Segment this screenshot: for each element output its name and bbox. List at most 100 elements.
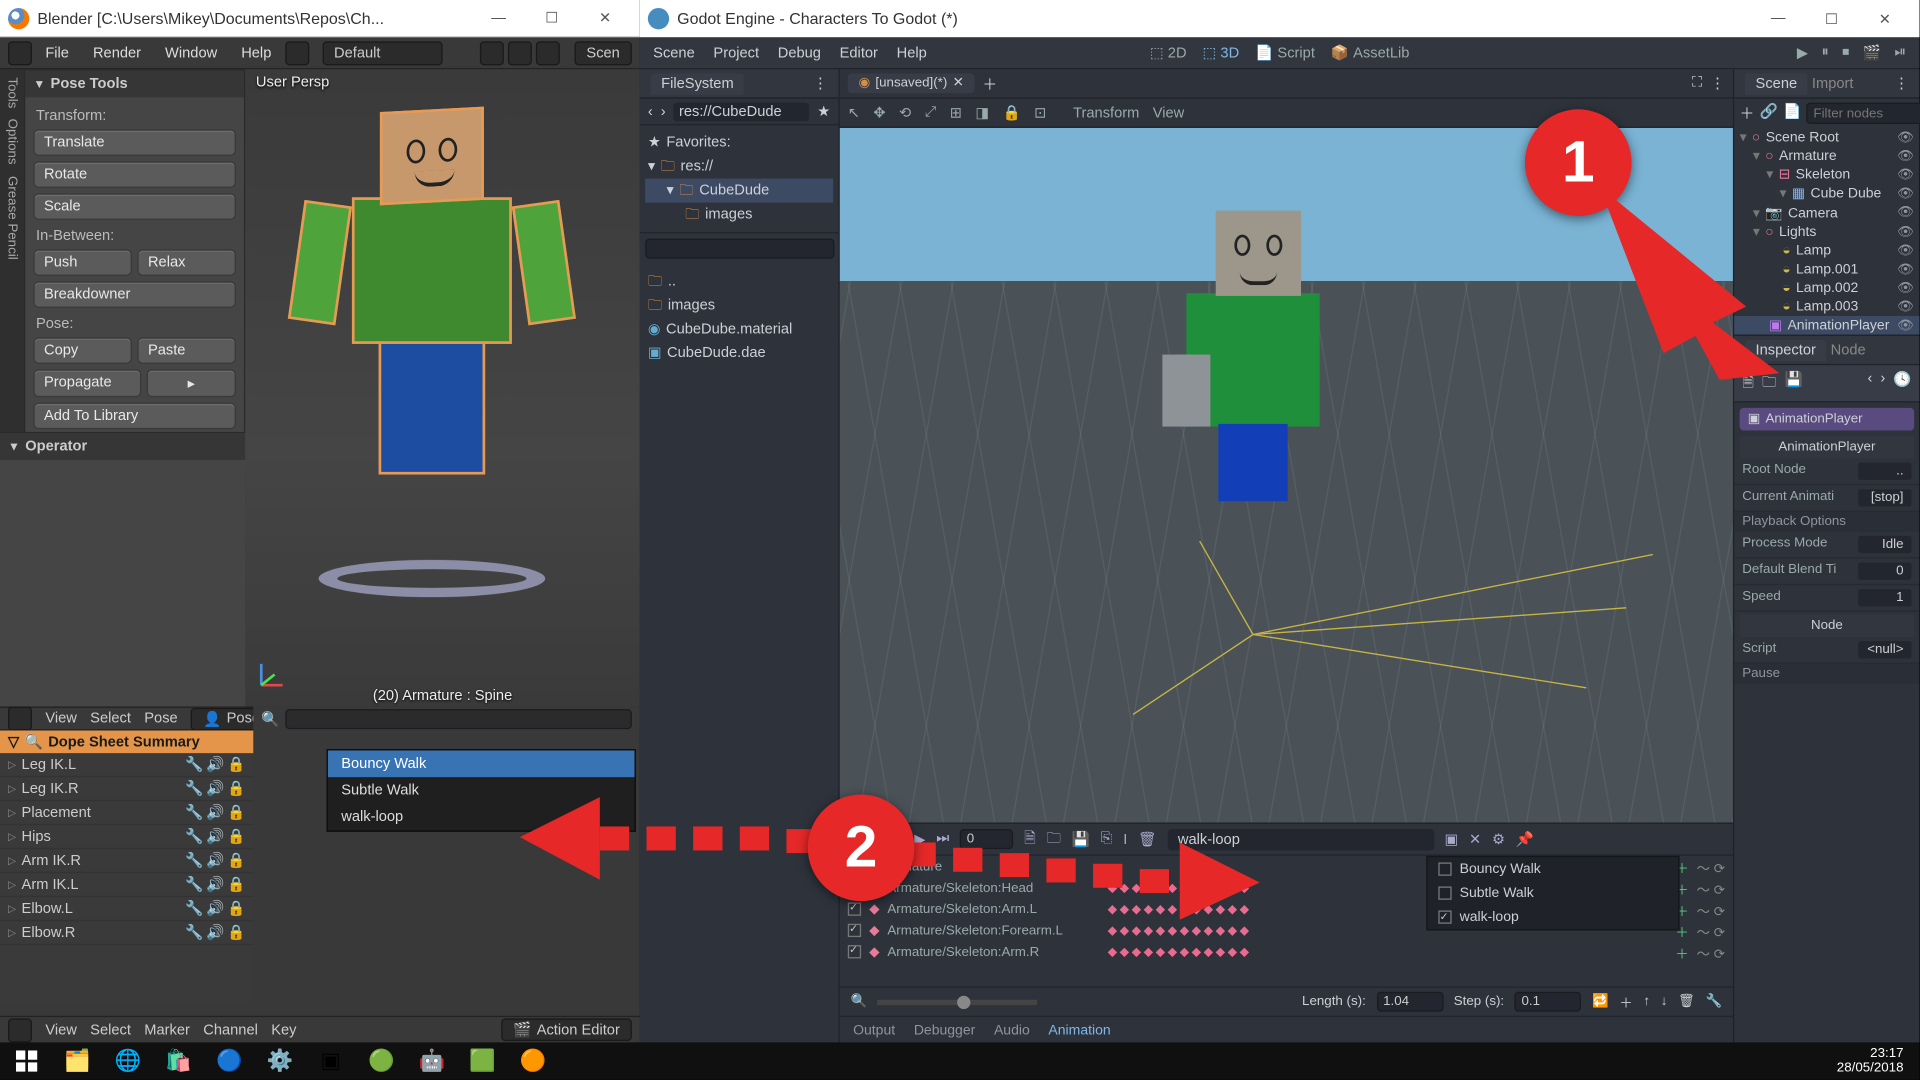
paste-button[interactable]: Paste	[137, 337, 236, 364]
editor-type-icon[interactable]	[8, 706, 32, 730]
app-icon[interactable]: ▣	[312, 1046, 349, 1075]
rotate-icon[interactable]: ⟲	[899, 104, 911, 121]
scene-node-scene-root[interactable]: ▾○Scene Root👁	[1734, 128, 1919, 147]
anim-list-item[interactable]: Subtle Walk	[1428, 881, 1679, 905]
scene-browse-icon[interactable]	[536, 41, 560, 65]
dope-channel[interactable]: ▷Placement🔧🔊🔒	[0, 801, 253, 825]
tab-scene[interactable]: Scene	[1745, 73, 1808, 94]
workspace-script[interactable]: 📄 Script	[1255, 44, 1315, 61]
action-search-input[interactable]	[285, 708, 632, 728]
pause-icon[interactable]: ⏸	[1822, 44, 1829, 61]
play-icon[interactable]: ▶	[1797, 44, 1808, 61]
play-scene-icon[interactable]: 🎬	[1863, 44, 1881, 61]
close-icon[interactable]: ✕	[579, 5, 632, 32]
menu-debug[interactable]: Debug	[778, 45, 821, 61]
workspace-3d[interactable]: ⬚ 3D	[1203, 44, 1240, 61]
minimize-icon[interactable]: —	[472, 5, 525, 32]
tab-grease-pencil[interactable]: Grease Pencil	[5, 176, 20, 260]
scene-select[interactable]: Scen	[574, 41, 631, 65]
curanim-field[interactable]: [stop]	[1858, 489, 1911, 506]
menu-render[interactable]: Render	[82, 41, 151, 65]
tab-debugger[interactable]: Debugger	[914, 1022, 975, 1038]
menu-help[interactable]: Help	[231, 41, 282, 65]
layout-select[interactable]: Default	[322, 41, 442, 65]
zoom-icon[interactable]: 🔍	[850, 994, 867, 1009]
menu-channel[interactable]: Channel	[203, 1022, 258, 1038]
process-mode-field[interactable]: Idle	[1858, 536, 1911, 553]
start-icon[interactable]	[8, 1046, 45, 1075]
scene-node-armature[interactable]: ▾○Armature👁	[1734, 147, 1919, 166]
local-icon[interactable]: ◨	[975, 104, 989, 121]
godot-taskbar-icon[interactable]: 🤖	[413, 1046, 450, 1075]
filesystem-tab[interactable]: FileSystem	[651, 73, 745, 94]
tab-options[interactable]: Options	[5, 119, 20, 165]
steam-icon[interactable]: ⚙️	[261, 1046, 298, 1075]
menu-scene[interactable]: Scene	[653, 45, 695, 61]
add-node-icon[interactable]: ＋	[1740, 103, 1755, 124]
workspace-2d[interactable]: ⬚ 2D	[1150, 44, 1187, 61]
menu-transform[interactable]: Transform	[1073, 105, 1139, 121]
dope-channel[interactable]: ▷Arm IK.L🔧🔊🔒	[0, 873, 253, 897]
add-to-library-button[interactable]: Add To Library	[33, 403, 236, 430]
maximize-icon[interactable]: ☐	[525, 5, 578, 32]
store-icon[interactable]: 🛍️	[160, 1046, 197, 1075]
add-layout-icon[interactable]	[480, 41, 504, 65]
copy-button[interactable]: Copy	[33, 337, 132, 364]
inspector-path[interactable]: ▣ AnimationPlayer	[1740, 408, 1915, 431]
blender-titlebar[interactable]: Blender [C:\Users\Mikey\Documents\Repos\…	[0, 0, 640, 37]
pin-icon[interactable]: 📌	[1516, 830, 1534, 847]
menu-view[interactable]: View	[45, 1022, 77, 1038]
history-back-icon[interactable]: ‹	[1867, 371, 1872, 396]
propagate-button[interactable]: Propagate	[33, 369, 141, 397]
zoom-icon[interactable]: 🔵	[211, 1046, 248, 1075]
menu-key[interactable]: Key	[271, 1022, 296, 1038]
dope-sheet-mode[interactable]: 🎬 Action Editor	[501, 1018, 632, 1041]
dock-menu-icon[interactable]: ⋮	[813, 75, 828, 92]
menu-project[interactable]: Project	[713, 45, 759, 61]
menu-view[interactable]: View	[1153, 105, 1185, 121]
play-custom-icon[interactable]: ⏯	[1894, 44, 1906, 61]
fs-thumbs[interactable]: 🗀.. 🗀images ◉CubeDube.material ▣CubeDude…	[640, 264, 839, 1042]
favorite-icon[interactable]: ★	[817, 103, 830, 120]
system-tray[interactable]: 23:17 28/05/2018	[1837, 1046, 1912, 1075]
camtasia-icon[interactable]: 🟩	[464, 1046, 501, 1075]
dope-channel[interactable]: ▷Elbow.R🔧🔊🔒	[0, 921, 253, 945]
filter-input[interactable]	[1807, 103, 1920, 124]
anim-list-dropdown[interactable]: Bouncy Walk Subtle Walk walk-loop	[1426, 856, 1679, 931]
tool-icon[interactable]: ⚙	[1492, 830, 1505, 847]
loop-icon[interactable]: 🔁	[1592, 994, 1609, 1009]
remove-layout-icon[interactable]	[508, 41, 532, 65]
forward-icon[interactable]: ›	[661, 103, 666, 119]
godot-titlebar[interactable]: Godot Engine - Characters To Godot (*) —…	[640, 0, 1920, 37]
rootnode-field[interactable]: ..	[1858, 463, 1911, 480]
step-input[interactable]	[1515, 992, 1582, 1012]
tab-menu-icon[interactable]: ⋮	[1710, 75, 1725, 92]
menu-help[interactable]: Help	[897, 45, 927, 61]
autoplay-icon[interactable]: ▣	[1445, 830, 1459, 847]
tab-node[interactable]: Node	[1831, 342, 1866, 358]
dope-channel[interactable]: ▷Hips🔧🔊🔒	[0, 825, 253, 849]
scene-tab[interactable]: ◉[unsaved](*) ✕	[848, 73, 975, 93]
panel-header[interactable]: ▼Pose Tools	[25, 71, 244, 98]
action-item[interactable]: Bouncy Walk	[328, 750, 635, 777]
anim-track[interactable]: ◆Armature/Skeleton:Arm.R＋〜 ⟳	[840, 941, 1733, 962]
editor-type-icon[interactable]	[8, 41, 32, 65]
maximize-icon[interactable]: ☐	[1805, 5, 1858, 32]
history-fwd-icon[interactable]: ›	[1880, 371, 1885, 396]
blender-taskbar-icon[interactable]: 🟠	[515, 1046, 552, 1075]
instance-icon[interactable]: 🔗	[1760, 103, 1778, 124]
dope-channel[interactable]: ▷Arm IK.R🔧🔊🔒	[0, 849, 253, 873]
fs-search-input[interactable]	[645, 239, 834, 259]
snap-icon[interactable]: ⊞	[950, 104, 962, 121]
file-explorer-icon[interactable]: 🗂️	[59, 1046, 96, 1075]
tab-audio[interactable]: Audio	[994, 1022, 1030, 1038]
menu-pose[interactable]: Pose	[144, 710, 177, 726]
menu-window[interactable]: Window	[154, 41, 227, 65]
tab-tools[interactable]: Tools	[5, 77, 20, 108]
dope-channel[interactable]: ▷Leg IK.R🔧🔊🔒	[0, 777, 253, 801]
chrome-icon[interactable]: 🌐	[109, 1046, 146, 1075]
stop-icon[interactable]: ⏹	[1842, 44, 1849, 61]
menu-marker[interactable]: Marker	[144, 1022, 190, 1038]
menu-file[interactable]: File	[35, 41, 80, 65]
select-icon[interactable]: ↖	[848, 104, 860, 121]
